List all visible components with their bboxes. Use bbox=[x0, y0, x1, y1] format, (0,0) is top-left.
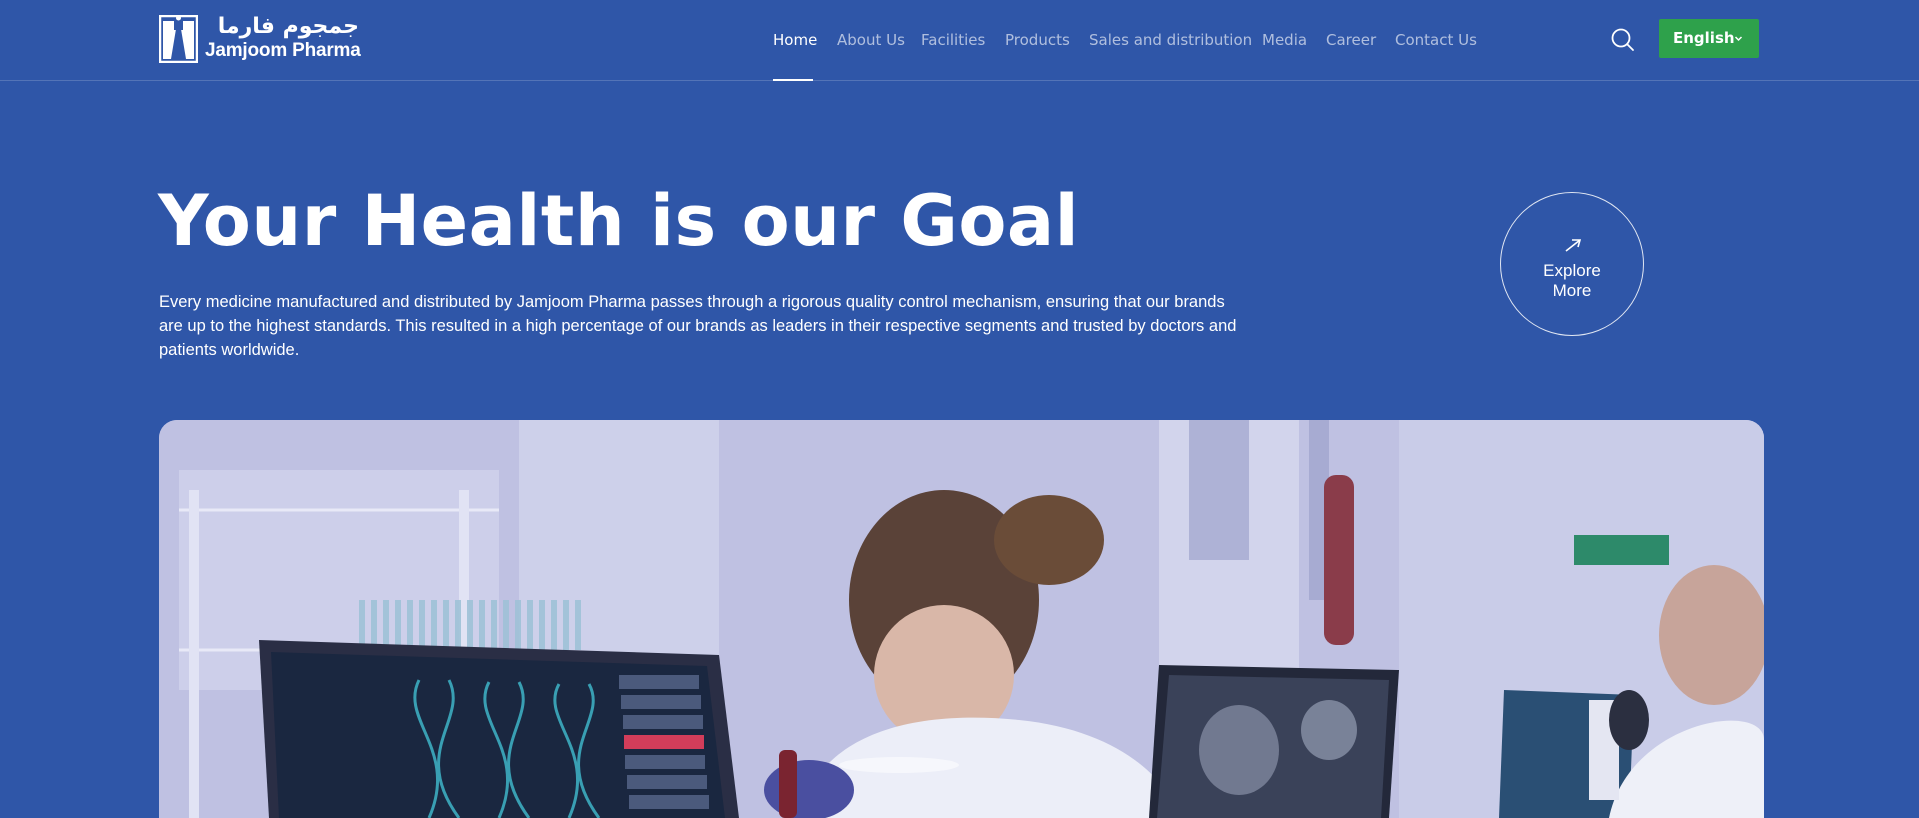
nav-media[interactable]: Media bbox=[1262, 30, 1307, 50]
logo-mark-icon bbox=[159, 15, 198, 63]
explore-label-line1: Explore bbox=[1543, 261, 1601, 280]
nav-contact-us[interactable]: Contact Us bbox=[1395, 30, 1477, 50]
hero-title: Your Health is our Goal bbox=[158, 180, 1080, 262]
search-icon bbox=[1611, 28, 1634, 51]
logo[interactable]: جمجوم فارما Jamjoom Pharma bbox=[159, 15, 361, 63]
lab-scene-illustration bbox=[159, 420, 1764, 818]
nav-facilities[interactable]: Facilities bbox=[921, 30, 985, 50]
logo-english-text: Jamjoom Pharma bbox=[205, 40, 361, 61]
explore-more-button[interactable]: Explore More bbox=[1500, 192, 1644, 336]
explore-label-line2: More bbox=[1552, 281, 1592, 300]
site-header: جمجوم فارما Jamjoom Pharma Home About Us… bbox=[0, 0, 1919, 81]
language-label: English bbox=[1673, 29, 1735, 47]
nav-sales-and-distribution[interactable]: Sales and distribution bbox=[1089, 30, 1252, 50]
hero-description: Every medicine manufactured and distribu… bbox=[159, 293, 1237, 359]
language-selector[interactable]: English bbox=[1659, 19, 1759, 58]
active-nav-indicator bbox=[773, 79, 813, 81]
nav-about-us[interactable]: About Us bbox=[837, 30, 905, 50]
nav-products[interactable]: Products bbox=[1005, 30, 1070, 50]
logo-arabic-text: جمجوم فارما bbox=[217, 14, 359, 39]
explore-more-label: Explore More bbox=[1501, 261, 1643, 301]
hero-lab-image bbox=[159, 420, 1764, 818]
arrow-up-right-icon bbox=[1565, 239, 1582, 252]
chevron-down-icon bbox=[1734, 36, 1743, 42]
nav-career[interactable]: Career bbox=[1326, 30, 1376, 50]
search-button[interactable] bbox=[1610, 27, 1636, 53]
nav-home[interactable]: Home bbox=[773, 30, 817, 50]
